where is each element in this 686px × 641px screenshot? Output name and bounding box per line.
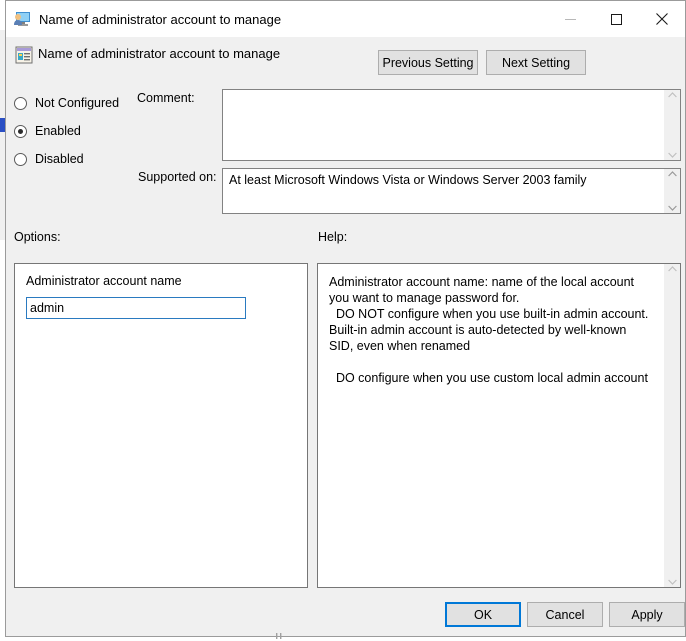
previous-setting-button[interactable]: Previous Setting	[378, 50, 478, 75]
resize-grip[interactable]	[272, 633, 286, 640]
radio-disabled-label: Disabled	[35, 152, 84, 166]
options-panel-body: Administrator account name	[15, 264, 307, 587]
help-scrollbar[interactable]	[664, 264, 680, 587]
comment-scrollbar[interactable]	[664, 90, 680, 160]
policy-setting-dialog: Name of administrator account to manage	[5, 0, 686, 640]
supported-on-scrollbar[interactable]	[664, 169, 680, 213]
radio-not-configured-label: Not Configured	[35, 96, 120, 110]
supported-on-label: Supported on:	[138, 170, 217, 184]
supported-on-value: At least Microsoft Windows Vista or Wind…	[229, 173, 587, 187]
radio-not-configured-mark	[14, 96, 27, 110]
minimize-icon	[564, 18, 576, 20]
radio-enabled-label: Enabled	[35, 124, 81, 138]
scroll-down-icon	[667, 152, 677, 158]
window-title: Name of administrator account to manage	[39, 11, 282, 27]
supported-on-textarea[interactable]: At least Microsoft Windows Vista or Wind…	[222, 168, 681, 214]
computer-user-icon	[14, 12, 30, 26]
radio-enabled-mark	[14, 124, 27, 138]
help-panel: Administrator account name: name of the …	[317, 263, 681, 588]
cancel-button[interactable]: Cancel	[527, 602, 603, 627]
apply-button[interactable]: Apply	[609, 602, 685, 627]
help-text: Administrator account name: name of the …	[329, 275, 649, 385]
close-button[interactable]	[639, 1, 685, 37]
radio-not-configured[interactable]: Not Configured	[14, 89, 144, 117]
ok-button[interactable]: OK	[445, 602, 521, 627]
title-bar: Name of administrator account to manage	[6, 1, 685, 37]
next-setting-button[interactable]: Next Setting	[486, 50, 586, 75]
radio-disabled[interactable]: Disabled	[14, 145, 144, 173]
options-section-label: Options:	[14, 230, 61, 244]
minimize-button[interactable]	[547, 1, 593, 37]
help-section-label: Help:	[318, 230, 348, 244]
scroll-down-icon	[667, 205, 677, 211]
scroll-down-icon	[667, 579, 677, 585]
radio-disabled-mark	[14, 152, 27, 166]
scroll-up-icon	[667, 266, 677, 272]
policy-state-radio-group: Not Configured Enabled Disabled	[14, 89, 144, 173]
comment-textarea[interactable]	[222, 89, 681, 161]
help-panel-body: Administrator account name: name of the …	[318, 264, 664, 587]
comment-value	[223, 90, 664, 160]
policy-setting-icon	[15, 46, 33, 64]
scroll-up-icon	[667, 92, 677, 98]
window-controls	[547, 1, 685, 37]
admin-account-name-label: Administrator account name	[26, 274, 182, 288]
admin-account-name-input[interactable]	[26, 297, 246, 319]
options-panel: Administrator account name	[14, 263, 308, 588]
close-icon	[656, 13, 668, 25]
policy-title: Name of administrator account to manage	[38, 46, 281, 61]
scroll-up-icon	[667, 171, 677, 177]
maximize-icon	[610, 13, 622, 25]
radio-enabled[interactable]: Enabled	[14, 117, 144, 145]
comment-label: Comment:	[137, 91, 195, 105]
maximize-button[interactable]	[593, 1, 639, 37]
